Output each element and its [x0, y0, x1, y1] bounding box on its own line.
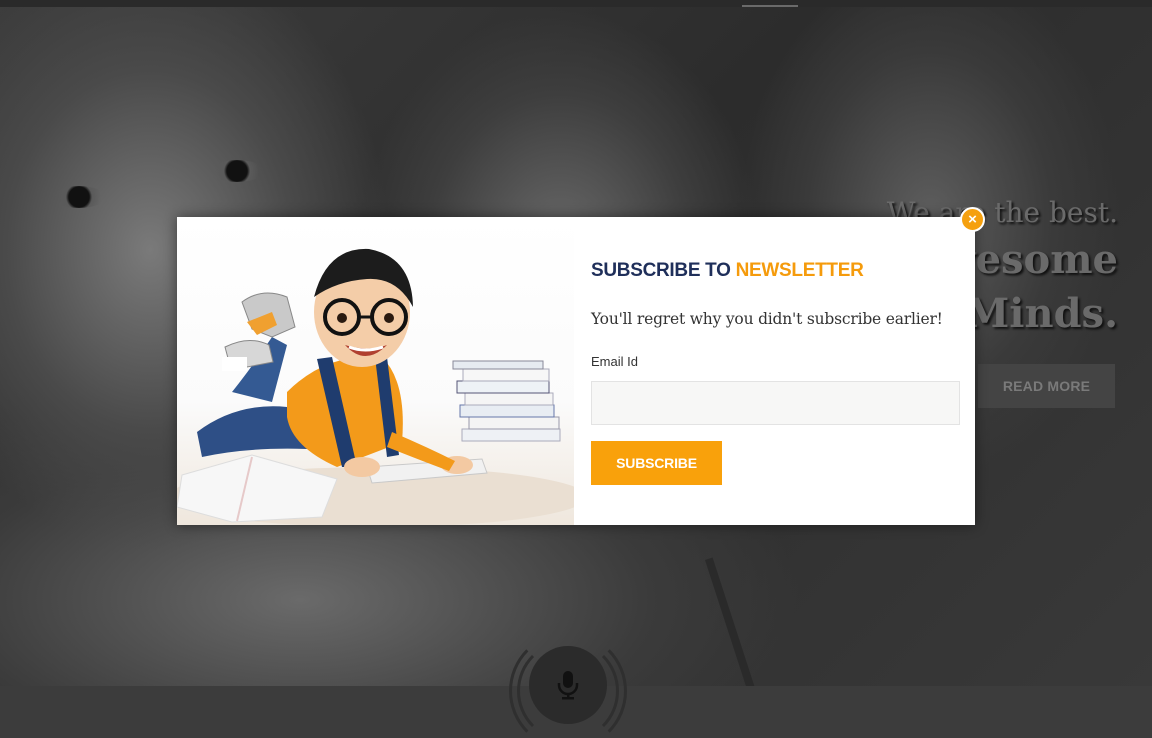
- microphone-button[interactable]: [529, 646, 607, 724]
- modal-title: SUBSCRIBE TO NEWSLETTER: [591, 260, 864, 282]
- hero-photo-detail: [210, 160, 264, 182]
- subscribe-button[interactable]: SUBSCRIBE: [591, 441, 722, 485]
- email-label: Email Id: [591, 354, 638, 369]
- audio-widget[interactable]: [509, 632, 627, 738]
- nav-active-indicator: [742, 5, 798, 7]
- hero-photo-pencil: [705, 557, 756, 686]
- modal-title-part1: SUBSCRIBE TO: [591, 260, 736, 281]
- close-icon: ×: [968, 211, 977, 228]
- child-reading-illustration: [177, 248, 574, 525]
- modal-content: SUBSCRIBE TO NEWSLETTER You'll regret wh…: [591, 217, 961, 525]
- hero-headline-line2: Minds.: [965, 290, 1118, 337]
- modal-illustration: [177, 217, 574, 525]
- email-field[interactable]: [591, 381, 960, 425]
- microphone-icon: [557, 671, 579, 700]
- modal-title-part2: NEWSLETTER: [735, 260, 864, 281]
- close-button[interactable]: ×: [960, 207, 985, 232]
- read-more-button[interactable]: READ MORE: [978, 364, 1115, 408]
- top-nav-bar: [0, 0, 1152, 7]
- newsletter-modal: SUBSCRIBE TO NEWSLETTER You'll regret wh…: [177, 217, 975, 525]
- modal-subtitle: You'll regret why you didn't subscribe e…: [591, 310, 943, 328]
- hero-photo-detail: [52, 186, 106, 208]
